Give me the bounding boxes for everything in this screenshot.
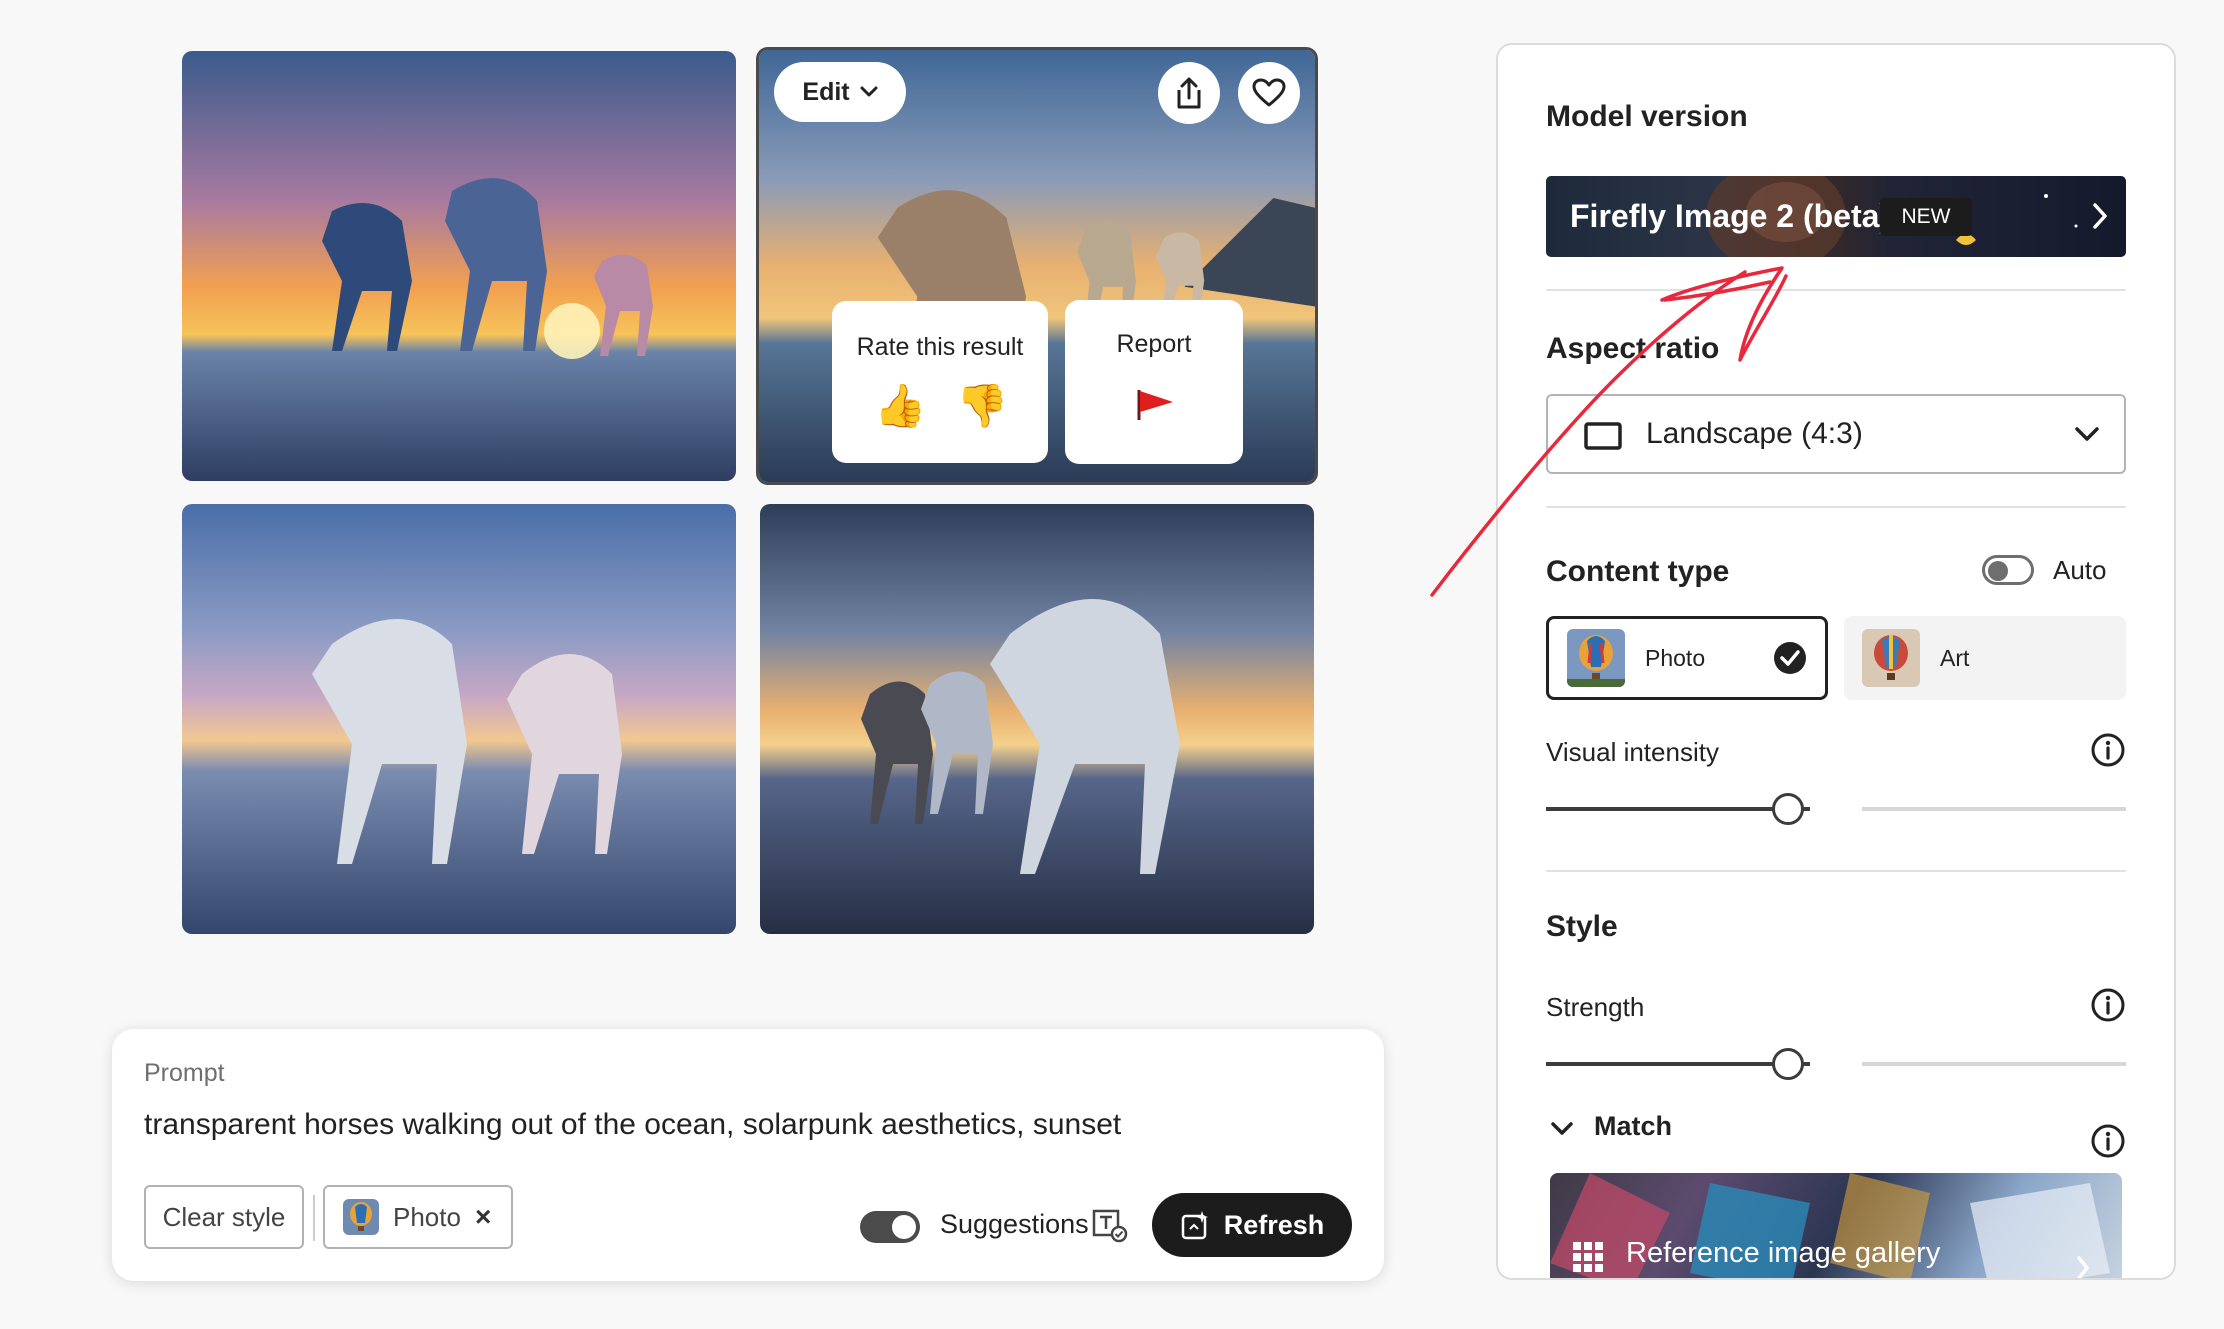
chevron-down-icon[interactable]: [1550, 1121, 1574, 1137]
red-flag-icon: [1137, 390, 1173, 420]
thumbs-up-icon[interactable]: 👍: [874, 385, 926, 427]
suggestions-toggle[interactable]: [860, 1211, 920, 1243]
heart-icon: [1252, 78, 1286, 107]
toggle-knob: [892, 1215, 916, 1239]
generated-image-1[interactable]: [182, 51, 736, 481]
model-version-title: Model version: [1546, 100, 1748, 133]
settings-panel: Model version Firefly Image 2 (beta) NEW…: [1496, 43, 2176, 1280]
report-card[interactable]: Report: [1065, 300, 1243, 464]
slider-rest: [1862, 807, 2126, 811]
prompt-box: Prompt transparent horses walking out of…: [112, 1029, 1384, 1281]
content-type-art[interactable]: Art: [1844, 616, 2126, 700]
grid-icon: [1573, 1242, 1603, 1272]
edit-dropdown-button[interactable]: Edit: [774, 62, 906, 122]
text-verify-icon[interactable]: [1092, 1207, 1128, 1243]
clear-style-button[interactable]: Clear style: [144, 1185, 304, 1249]
match-label[interactable]: Match: [1594, 1111, 1672, 1142]
aspect-ratio-title: Aspect ratio: [1546, 332, 1720, 365]
share-icon: [1177, 77, 1201, 109]
prompt-input[interactable]: transparent horses walking out of the oc…: [144, 1108, 1121, 1142]
refresh-button[interactable]: Refresh: [1152, 1193, 1352, 1257]
horses-sunset-image-4: [760, 504, 1314, 934]
chevron-down-icon: [2075, 427, 2099, 441]
strength-slider-thumb[interactable]: [1772, 1048, 1804, 1080]
style-title: Style: [1546, 910, 1618, 943]
info-icon[interactable]: [2090, 732, 2126, 768]
horses-sunset-image-1: [182, 51, 736, 481]
generated-image-3[interactable]: [182, 504, 736, 934]
strength-label: Strength: [1546, 992, 1645, 1022]
section-divider: [1546, 506, 2126, 508]
strength-slider[interactable]: [1546, 1062, 2126, 1066]
balloon-thumbnail-icon: [343, 1199, 379, 1235]
generated-image-4[interactable]: [760, 504, 1314, 934]
content-type-title: Content type: [1546, 555, 1730, 588]
reference-image-gallery[interactable]: Reference image gallery: [1550, 1173, 2122, 1278]
rate-result-card: Rate this result 👍 👎: [832, 301, 1048, 463]
auto-toggle[interactable]: [1982, 555, 2034, 585]
landscape-ratio-icon: [1584, 422, 1622, 450]
reference-gallery-label: Reference image gallery: [1626, 1237, 1941, 1269]
share-button[interactable]: [1158, 62, 1220, 124]
balloon-photo-icon: [1567, 629, 1625, 687]
chevron-down-icon: [860, 86, 878, 97]
visual-intensity-slider-thumb[interactable]: [1772, 793, 1804, 825]
art-option-label: Art: [1940, 644, 1970, 671]
prompt-label: Prompt: [144, 1059, 225, 1087]
content-type-photo[interactable]: Photo: [1546, 616, 1828, 700]
checkmark-icon: [1774, 642, 1806, 674]
horses-sunset-image-3: [182, 504, 736, 934]
model-name: Firefly Image 2 (beta): [1570, 198, 1891, 234]
info-icon[interactable]: [2090, 1123, 2126, 1159]
close-icon[interactable]: ×: [475, 1201, 491, 1233]
visual-intensity-label: Visual intensity: [1546, 737, 1719, 767]
info-icon[interactable]: [2090, 987, 2126, 1023]
edit-label: Edit: [802, 77, 850, 106]
slider-fill: [1546, 1062, 1810, 1066]
section-divider: [1546, 289, 2126, 291]
auto-label: Auto: [2053, 555, 2107, 585]
chevron-right-icon: [2077, 1256, 2089, 1278]
slider-fill: [1546, 807, 1810, 811]
rate-result-title: Rate this result: [856, 333, 1024, 361]
refresh-label: Refresh: [1223, 1209, 1325, 1240]
photo-style-chip[interactable]: Photo ×: [323, 1185, 513, 1249]
new-badge: NEW: [1880, 198, 1972, 236]
visual-intensity-slider[interactable]: [1546, 807, 2126, 811]
refresh-sparkle-icon: [1181, 1211, 1208, 1240]
chevron-right-icon: [2093, 203, 2107, 229]
favorite-button[interactable]: [1238, 62, 1300, 124]
balloon-art-icon: [1862, 629, 1920, 687]
suggestions-label: Suggestions: [940, 1209, 1089, 1239]
thumbs-down-icon[interactable]: 👎: [956, 385, 1008, 427]
model-version-selector[interactable]: Firefly Image 2 (beta) NEW: [1546, 176, 2126, 257]
clear-style-label: Clear style: [162, 1201, 286, 1232]
photo-chip-label: Photo: [393, 1201, 461, 1232]
slider-rest: [1862, 1062, 2126, 1066]
report-title: Report: [1116, 330, 1192, 358]
aspect-ratio-dropdown[interactable]: Landscape (4:3): [1546, 394, 2126, 474]
toggle-knob: [1988, 561, 2008, 581]
generated-image-2[interactable]: Edit Rate this result 👍 👎 Report: [756, 47, 1318, 485]
chip-divider: [313, 1195, 315, 1241]
photo-option-label: Photo: [1645, 644, 1706, 671]
aspect-ratio-value: Landscape (4:3): [1646, 417, 1863, 450]
section-divider: [1546, 870, 2126, 872]
